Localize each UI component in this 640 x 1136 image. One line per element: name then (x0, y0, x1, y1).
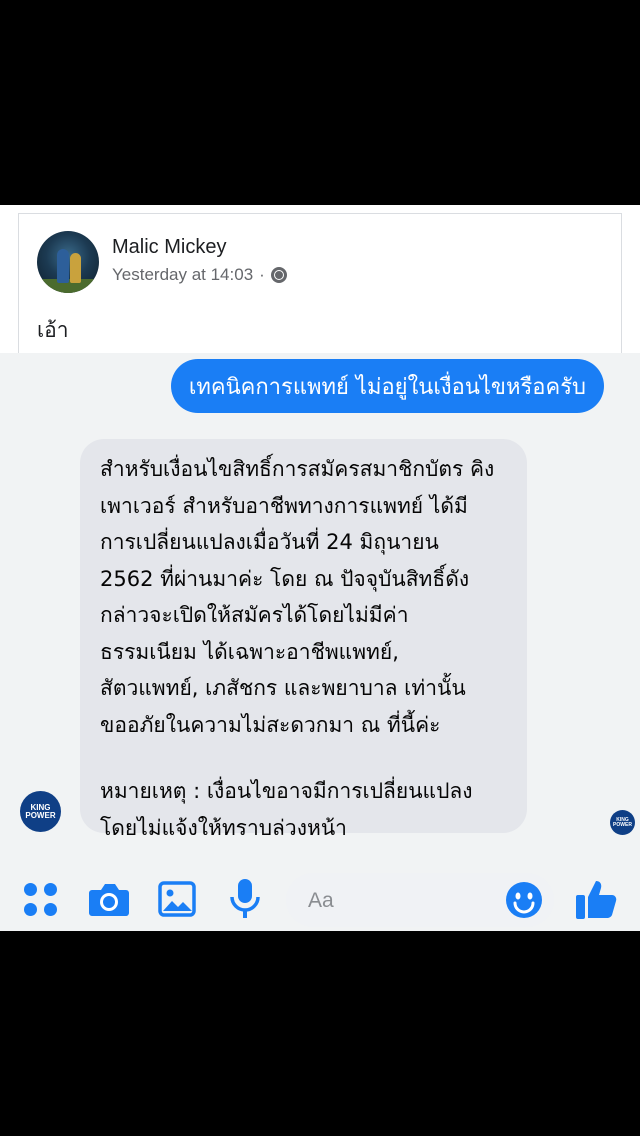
post-meta: Yesterday at 14:03 · (112, 265, 287, 285)
incoming-message-note: หมายเหตุ : เงื่อนไขอาจมีการเปลี่ยนแปลง โ… (100, 779, 473, 840)
mic-icon[interactable] (228, 877, 262, 921)
meta-separator: · (259, 265, 265, 284)
top-letterbox (0, 0, 640, 205)
messenger-chat: เทคนิคการแพทย์ ไม่อยู่ในเงื่อนไขหรือครับ… (0, 353, 640, 931)
camera-icon[interactable] (88, 881, 130, 917)
king-power-avatar[interactable]: KING POWER (20, 791, 61, 832)
message-input[interactable] (306, 885, 500, 917)
apps-icon[interactable] (24, 883, 58, 917)
screenshot-content: Malic Mickey Yesterday at 14:03 · เอ้า เ… (0, 205, 640, 931)
outgoing-message-bubble[interactable]: เทคนิคการแพทย์ ไม่อยู่ในเงื่อนไขหรือครับ (170, 359, 604, 413)
globe-icon (270, 267, 287, 283)
like-icon[interactable] (574, 877, 618, 921)
facebook-post: Malic Mickey Yesterday at 14:03 · เอ้า (18, 213, 622, 354)
incoming-message-text: สำหรับเงื่อนไขสิทธิ์การสมัครสมาชิกบัตร ค… (100, 457, 495, 737)
poster-name[interactable]: Malic Mickey (112, 236, 226, 259)
poster-avatar[interactable] (37, 231, 99, 293)
post-text: เอ้า (37, 318, 69, 342)
incoming-message-bubble[interactable]: สำหรับเงื่อนไขสิทธิ์การสมัครสมาชิกบัตร ค… (80, 439, 527, 840)
message-composer[interactable] (286, 873, 554, 927)
photo-icon[interactable] (158, 881, 196, 917)
emoji-icon[interactable] (505, 881, 543, 919)
post-timestamp[interactable]: Yesterday at 14:03 (112, 265, 253, 285)
seen-indicator-avatar: KING POWER (610, 810, 635, 835)
composer-toolbar (0, 863, 640, 931)
bottom-letterbox (0, 931, 640, 1136)
